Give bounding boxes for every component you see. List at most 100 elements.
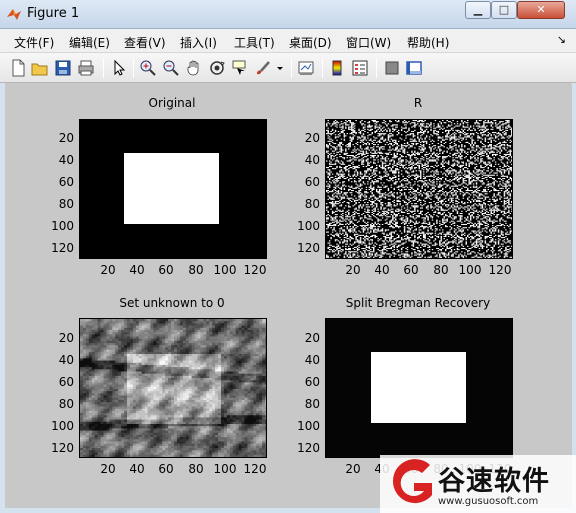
mask-pixel [336,195,338,197]
mask-pixel [449,179,451,181]
mask-pixel [427,123,429,125]
mask-pixel [444,174,447,176]
hide-plot-tools-icon[interactable] [383,59,401,77]
axes-original[interactable] [79,119,267,259]
mask-pixel [430,192,432,194]
mask-pixel [420,177,422,180]
mask-pixel [508,168,510,170]
mask-pixel [350,185,353,187]
mask-pixel [446,150,448,152]
mask-pixel [346,240,349,242]
menu-edit[interactable]: 编辑(E) [69,34,110,51]
select-arrow-icon[interactable] [110,59,128,77]
mask-pixel [395,216,397,218]
mask-pixel [509,193,512,195]
menu-file[interactable]: 文件(F) [14,34,54,51]
menu-help[interactable]: 帮助(H) [407,34,449,51]
mask-pixel [383,146,385,148]
mask-pixel [428,221,431,223]
mask-pixel [359,173,362,175]
minimize-button[interactable]: ▁ [465,1,491,19]
menu-insert[interactable]: 插入(I) [180,34,217,51]
mask-pixel [384,219,387,221]
mask-pixel [430,184,432,186]
title-bar[interactable]: Figure 1 ▁ □ ✕ [0,0,576,29]
colorbar-icon[interactable] [328,59,346,77]
brush-icon[interactable] [254,59,272,77]
close-button[interactable]: ✕ [517,1,565,19]
link-plot-icon[interactable] [297,59,315,77]
print-icon[interactable] [77,59,95,77]
mask-pixel [405,124,407,126]
zoom-in-icon[interactable] [139,59,157,77]
mask-pixel [462,169,465,171]
mask-pixel [491,239,494,241]
mask-pixel [375,130,378,133]
mask-pixel [434,204,437,206]
mask-pixel [390,135,393,137]
mask-pixel [446,162,448,164]
mask-pixel [406,225,409,227]
mask-pixel [449,197,451,199]
mask-pixel [353,180,356,182]
mask-pixel [480,211,482,213]
data-cursor-icon[interactable] [231,59,249,77]
save-icon[interactable] [54,59,72,77]
mask-pixel [364,148,366,150]
mask-pixel [371,204,373,206]
menu-view[interactable]: 查看(V) [124,34,166,51]
mask-pixel [483,188,485,190]
mask-pixel [467,192,469,194]
mask-pixel [497,231,500,233]
mask-pixel [455,129,457,131]
mask-pixel [496,136,498,138]
mask-pixel [395,148,397,150]
legend-icon[interactable] [351,59,369,77]
mask-pixel [364,225,366,227]
axes-r[interactable] [325,119,513,259]
menu-desktop[interactable]: 桌面(D) [289,34,332,51]
mask-pixel [355,225,357,227]
mask-pixel [489,157,491,159]
mask-pixel [346,144,349,146]
mask-pixel [330,182,332,184]
mask-pixel [497,240,500,242]
open-file-icon[interactable] [31,59,49,77]
mask-pixel [439,125,441,127]
zoom-out-icon[interactable] [162,59,180,77]
menu-tools[interactable]: 工具(T) [234,34,275,51]
mask-pixel [484,120,487,122]
mask-pixel [331,129,334,131]
mask-pixel [412,232,415,234]
mask-pixel [442,200,444,203]
mask-pixel [502,144,504,146]
mask-pixel [408,182,410,184]
mask-pixel [334,187,337,189]
mask-pixel [378,172,381,174]
rotate-3d-icon[interactable] [208,59,226,77]
mask-pixel [346,228,349,230]
mask-pixel [456,161,459,163]
mask-pixel [511,130,512,133]
mask-pixel [458,125,460,127]
mask-pixel [461,148,463,150]
mask-pixel [364,226,366,228]
new-figure-icon[interactable] [9,59,27,77]
maximize-button[interactable]: □ [491,1,517,19]
brush-dropdown-icon[interactable] [275,59,285,77]
dock-arrow-icon[interactable]: ↘ [557,33,566,46]
menu-window[interactable]: 窗口(W) [346,34,391,51]
pan-hand-icon[interactable] [185,59,203,77]
mask-pixel [380,207,382,209]
show-plot-tools-icon[interactable] [405,59,423,77]
mask-pixel [377,228,379,230]
mask-pixel [467,153,469,155]
mask-pixel [484,217,487,219]
mask-pixel [446,215,448,217]
mask-pixel [381,240,384,242]
mask-pixel [371,214,373,216]
mask-pixel [461,206,463,208]
mask-pixel [465,122,467,124]
mask-pixel [333,158,335,160]
mask-pixel [424,240,426,242]
